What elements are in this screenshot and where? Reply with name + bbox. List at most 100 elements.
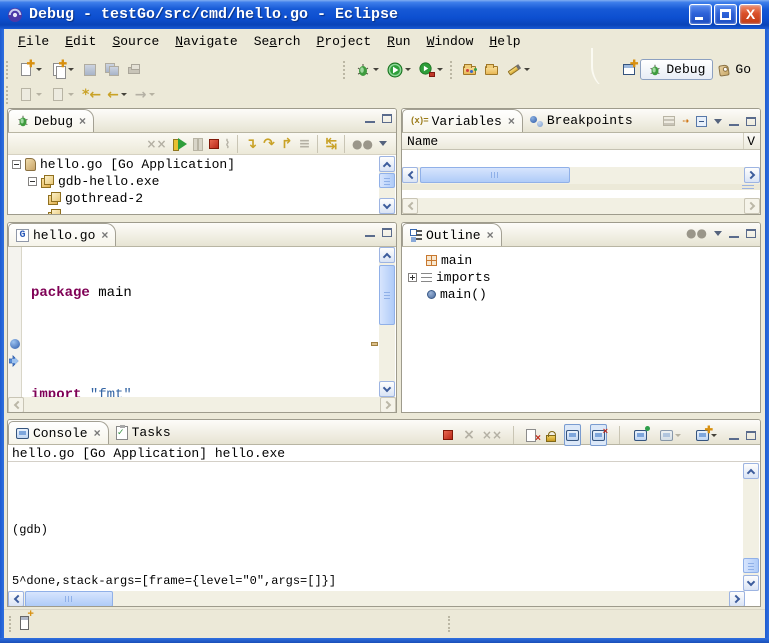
breakpoint-icon[interactable] [10,339,20,349]
remove-all-terminated-button[interactable]: ×× [144,133,168,155]
fast-view-icon[interactable] [20,616,29,630]
tree-row-thread[interactable]: gothread-2 [8,190,379,207]
variables-detail-pane[interactable] [402,190,760,198]
open-perspective-button[interactable]: ✚ [620,59,639,81]
tab-outline[interactable]: Outline × [402,223,502,246]
resume-button[interactable] [171,133,189,155]
close-button[interactable]: X [739,4,762,25]
show-stdout-toggle[interactable] [564,424,581,446]
open-console-button[interactable]: ✚ [694,424,721,446]
search-button[interactable] [504,59,534,81]
clear-console-icon[interactable]: × [525,428,539,443]
maximize-view-icon[interactable] [382,114,392,123]
forward-button[interactable]: → [133,84,159,106]
title-bar[interactable]: Debug - testGo/src/cmd/hello.go - Eclips… [0,0,769,29]
minimize-view-icon[interactable] [729,229,739,238]
run-button[interactable] [385,59,415,81]
tab-hello-go[interactable]: G hello.go × [8,223,116,246]
minimize-button[interactable] [689,4,712,25]
menu-project[interactable]: Project [309,32,380,51]
scroll-thumb[interactable] [743,558,759,573]
show-type-names-icon[interactable] [663,116,675,126]
maximize-button[interactable] [714,4,737,25]
tree-row-launch[interactable]: hello.go [Go Application] [8,156,379,173]
outline-item-package[interactable]: main [402,252,760,269]
code-line[interactable]: package main [31,285,371,302]
close-tab-icon[interactable]: × [79,114,86,128]
scroll-thumb[interactable] [420,167,570,183]
scroll-thumb[interactable] [25,591,113,607]
tab-variables[interactable]: (x)= Variables × [402,109,523,132]
open-artifact-button[interactable] [460,59,480,81]
minimize-view-icon[interactable] [729,117,739,126]
scroll-right-arrow[interactable] [744,167,760,183]
tab-console[interactable]: Console × [8,421,109,444]
collapse-all-icon[interactable] [696,116,707,127]
menu-window[interactable]: Window [419,32,482,51]
console-output[interactable]: (gdb) 5^done,stack-args=[frame={level="0… [8,463,743,591]
close-tab-icon[interactable]: × [94,426,101,440]
scroll-right-arrow[interactable] [729,591,745,607]
code-line[interactable] [31,336,371,353]
expand-plus-icon[interactable] [408,273,417,282]
back-button[interactable]: ← [105,84,131,106]
view-menu-icon[interactable] [714,231,722,236]
menu-file[interactable]: File [10,32,57,51]
scroll-right-arrow[interactable] [744,198,760,214]
menu-run[interactable]: Run [379,32,418,51]
maximize-view-icon[interactable] [746,229,756,238]
outline-item-imports[interactable]: imports [402,269,760,286]
debug-view-menu-button[interactable] [377,133,389,155]
save-button[interactable] [80,59,100,81]
editor-vscrollbar[interactable] [379,247,395,397]
remove-launch-icon[interactable]: × [463,429,475,441]
new-project-button[interactable]: ✚ [48,59,78,81]
console-hscrollbar[interactable] [8,591,745,607]
use-step-filters-button[interactable]: ↹ [323,133,339,155]
variables-table-area[interactable] [402,151,760,167]
close-tab-icon[interactable]: × [487,228,494,242]
tab-breakpoints[interactable]: Breakpoints [523,109,640,132]
step-return-button[interactable]: ↱ [279,133,295,155]
scroll-thumb[interactable] [379,173,395,188]
menu-edit[interactable]: Edit [57,32,104,51]
scroll-up-arrow[interactable] [743,463,759,479]
menu-help[interactable]: Help [481,32,528,51]
collapse-expander-icon[interactable] [12,160,21,169]
step-over-button[interactable]: ↷ [261,133,277,155]
scroll-thumb[interactable] [379,265,395,325]
variables-hscrollbar[interactable] [402,167,760,184]
scroll-left-arrow[interactable] [402,198,418,214]
scroll-up-arrow[interactable] [379,247,395,263]
menu-search[interactable]: Search [246,32,309,51]
editor-marker-ruler[interactable] [8,247,22,397]
external-tools-button[interactable] [417,59,447,81]
perspective-debug-button[interactable]: Debug [640,59,713,80]
tab-tasks[interactable]: Tasks [109,421,178,444]
display-selected-console-button[interactable] [658,424,685,446]
close-tab-icon[interactable]: × [101,228,108,242]
scroll-left-arrow[interactable] [8,591,24,607]
step-into-button[interactable]: ↴ [243,133,259,155]
detail-hscrollbar[interactable] [402,198,760,215]
console-terminate-button[interactable] [441,424,455,446]
new-wizard-button[interactable]: ✚ [16,59,46,81]
suspend-button[interactable] [191,133,205,155]
last-edit-doc-button[interactable] [16,84,46,106]
terminate-button[interactable] [207,133,221,155]
scroll-lock-icon[interactable] [546,435,556,442]
minimize-view-icon[interactable] [729,431,739,440]
back-to-last-edit-button[interactable]: *← [80,84,103,106]
debug-tree-vscrollbar[interactable] [379,156,395,214]
menu-source[interactable]: Source [104,32,167,51]
scroll-left-arrow[interactable] [8,397,24,413]
perspective-go-button[interactable]: Go [713,60,755,80]
pin-console-button[interactable] [632,424,649,446]
save-all-button[interactable] [102,59,122,81]
editor-hscrollbar[interactable] [8,397,396,413]
scroll-right-arrow[interactable] [380,397,396,413]
minimize-view-icon[interactable] [365,228,375,237]
tree-row-process[interactable]: gdb-hello.exe [8,173,379,190]
tab-debug[interactable]: Debug × [8,109,94,132]
outline-extras-icon[interactable]: ●● [686,228,707,238]
